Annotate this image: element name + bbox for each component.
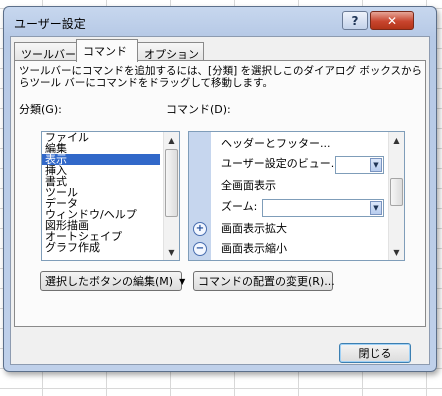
desktop: { "dialog": { "title": "ユーザー設定", "help_l… — [0, 0, 442, 396]
modify-selection-label: 選択したボタンの編集(M) — [45, 275, 174, 288]
categories-label: 分類(G): — [19, 103, 62, 116]
chevron-down-icon[interactable]: ▼ — [370, 158, 382, 172]
close-window-button[interactable]: ✕ — [370, 11, 414, 30]
category-item[interactable]: グラフ作成 — [42, 242, 160, 253]
command-label: 画面表示縮小 — [221, 242, 287, 255]
scroll-up-icon[interactable]: ▲ — [389, 132, 404, 148]
tab-commands[interactable]: コマンド — [76, 39, 138, 62]
command-label: 画面表示拡大 — [221, 222, 287, 235]
title-bar[interactable]: ユーザー設定 ? ✕ — [4, 7, 436, 37]
custom-views-combo[interactable]: ▼ — [335, 156, 384, 174]
chevron-down-icon: ▼ — [179, 276, 186, 286]
commands-label: コマンド(D): — [166, 103, 231, 116]
scroll-thumb[interactable] — [165, 149, 178, 217]
tab-toolbars[interactable]: ツールバー — [14, 42, 77, 61]
chevron-down-icon[interactable]: ▼ — [370, 201, 382, 215]
command-label: 全画面表示 — [221, 179, 276, 192]
dialog-body: ツールバー コマンド オプション ツールバーにコマンドを追加するには、[分類] … — [10, 36, 430, 365]
commands-scrollbar[interactable]: ▲ ▼ — [388, 132, 404, 260]
categories-list: ファイル 編集 表示 挿入 書式 ツール データ ウィンドウ/ヘルプ 図形描画 オートシェイプ グラ… — [42, 132, 179, 253]
modify-selection-button[interactable]: 選択したボタンの編集(M) ▼ — [40, 271, 186, 291]
customize-dialog: ユーザー設定 ? ✕ ツールバー コマンド オプション ツールバーにコマンドを追… — [3, 6, 437, 372]
scroll-up-icon[interactable]: ▲ — [164, 132, 179, 148]
instructions-text: ツールバーにコマンドを追加するには、[分類] を選択しこのダイアログ ボックスか… — [19, 65, 423, 89]
tab-options[interactable]: オプション — [137, 42, 204, 61]
categories-scrollbar[interactable]: ▲ ▼ — [163, 132, 179, 260]
categories-listbox[interactable]: ファイル 編集 表示 挿入 書式 ツール データ ウィンドウ/ヘルプ 図形描画 オートシェイプ グラ… — [41, 131, 180, 261]
commands-listbox[interactable]: ヘッダーとフッター... ユーザー設定のビュー... ▼ 全画面表示 ズーム: … — [188, 131, 405, 261]
icon-gutter — [189, 132, 211, 260]
scroll-thumb[interactable] — [390, 178, 403, 206]
zoom-in-icon: + — [193, 222, 207, 236]
rearrange-commands-button[interactable]: コマンドの配置の変更(R)... — [193, 271, 335, 291]
dialog-title: ユーザー設定 — [14, 17, 86, 31]
command-label: ヘッダーとフッター... — [221, 137, 331, 150]
help-button[interactable]: ? — [342, 11, 368, 30]
command-label: ユーザー設定のビュー... — [221, 157, 342, 170]
scroll-down-icon[interactable]: ▼ — [164, 244, 179, 260]
zoom-out-icon: − — [193, 242, 207, 256]
command-label: ズーム: — [221, 200, 258, 213]
scroll-down-icon[interactable]: ▼ — [389, 244, 404, 260]
close-button[interactable]: 閉じる — [339, 343, 411, 363]
zoom-combo[interactable]: ▼ — [262, 199, 384, 217]
